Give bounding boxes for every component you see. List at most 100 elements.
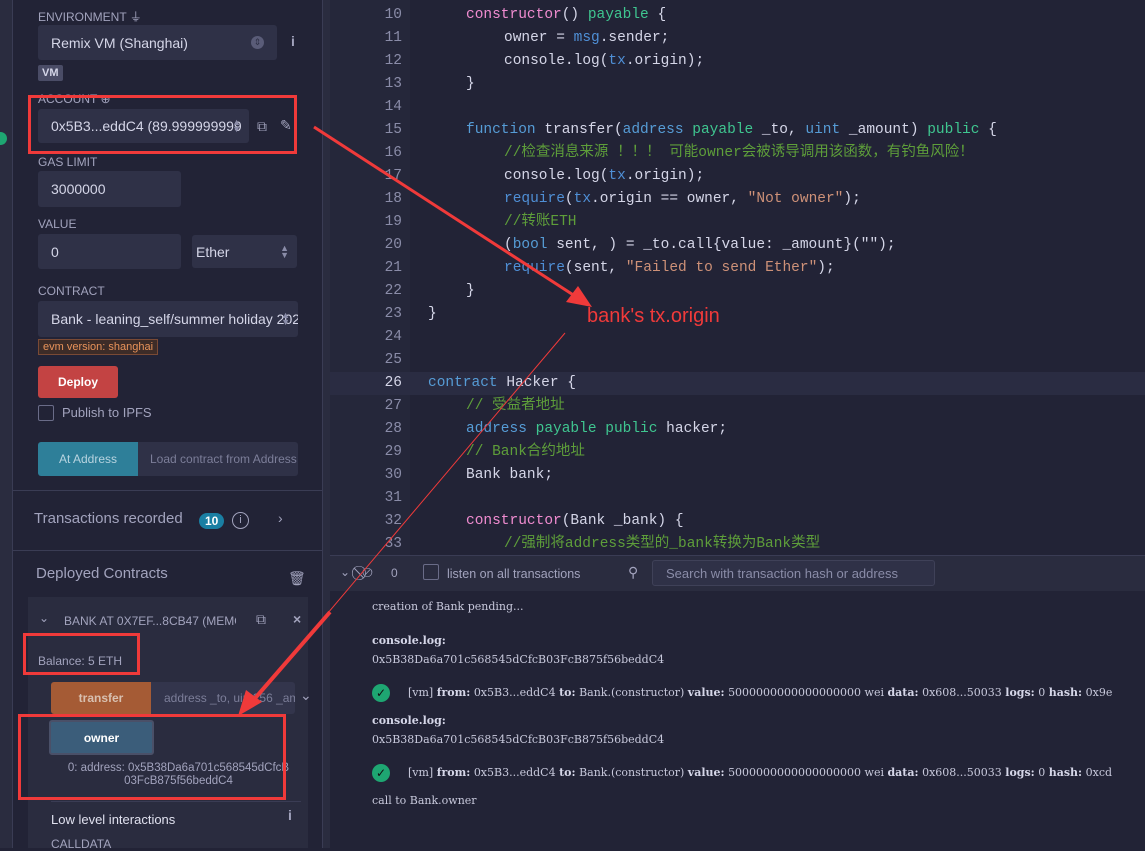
chevron-down-icon[interactable]: ⌄	[39, 611, 49, 625]
divider	[13, 550, 322, 551]
calldata-label: CALLDATA	[51, 837, 112, 851]
plug-icon: ⏚	[129, 10, 142, 24]
code-line[interactable]: 22}	[330, 280, 1145, 303]
code-text: Bank bank;	[466, 464, 553, 487]
chevron-down-icon[interactable]: ⌄	[300, 687, 312, 704]
code-token: .origin);	[625, 53, 705, 69]
contract-select[interactable]: Bank - leaning_self/summer holiday 2023 ▲…	[38, 301, 298, 337]
code-line[interactable]: 11 owner = msg.sender;	[330, 27, 1145, 50]
code-line[interactable]: 17 console.log(tx.origin);	[330, 165, 1145, 188]
code-text: //检查消息来源 ！！！ 可能owner会被诱导调用该函数，有钓鱼风险！	[504, 142, 974, 165]
code-line[interactable]: 16 //检查消息来源 ！！！ 可能owner会被诱导调用该函数，有钓鱼风险！	[330, 142, 1145, 165]
tx-field: 5000000000000000000 wei	[728, 766, 884, 779]
tx-field: 0x608...50033	[922, 766, 1002, 779]
line-number: 18	[384, 191, 402, 207]
code-line[interactable]: 13}	[330, 73, 1145, 96]
panel-resizer[interactable]	[322, 0, 330, 848]
code-line[interactable]: 27 // 受益者地址	[330, 395, 1145, 418]
code-token: contract	[428, 375, 498, 391]
code-token: //转账ETH	[504, 214, 577, 230]
publish-ipfs-checkbox[interactable]	[38, 405, 54, 421]
environment-select[interactable]: Remix VM (Shanghai) ⇕	[38, 25, 277, 60]
code-token: "Failed to send Ether"	[625, 260, 818, 276]
code-line[interactable]: 29 // Bank合约地址	[330, 441, 1145, 464]
collapse-icon[interactable]: ⌄	[340, 565, 350, 579]
close-icon[interactable]: ×	[293, 611, 301, 627]
code-line[interactable]: 14	[330, 96, 1145, 119]
code-line[interactable]: 28 address payable public hacker;	[330, 418, 1145, 441]
tx-field: hash:	[1048, 686, 1083, 699]
clear-icon[interactable]: ⃠⊘	[362, 564, 373, 581]
code-line[interactable]: 30 Bank bank;	[330, 464, 1145, 487]
line-number: 12	[384, 53, 402, 69]
tx-field: 0	[1038, 766, 1046, 779]
line-number: 13	[384, 76, 402, 92]
copy-icon[interactable]: ⧉	[256, 611, 266, 628]
value-input[interactable]: 0	[38, 234, 181, 269]
code-token: }	[428, 306, 437, 322]
at-address-button[interactable]: At Address	[38, 442, 138, 476]
load-contract-input[interactable]: Load contract from Address	[138, 442, 298, 476]
code-line[interactable]: 18 require(tx.origin == owner, "Not owner…	[330, 188, 1145, 211]
code-token: // 受益者地址	[466, 398, 565, 414]
code-text: require(sent, "Failed to send Ether");	[504, 257, 835, 280]
code-text: }	[428, 303, 437, 326]
line-number: 20	[384, 237, 402, 253]
code-line[interactable]: 20 (bool sent, ) = _to.call{value: _amoun…	[330, 234, 1145, 257]
code-line[interactable]: 21 require(sent, "Failed to send Ether");	[330, 257, 1145, 280]
code-line[interactable]: 26 contract Hacker {	[330, 372, 1145, 395]
code-line[interactable]: 25	[330, 349, 1145, 372]
code-line[interactable]: 23}	[330, 303, 1145, 326]
info-icon[interactable]: i	[288, 807, 292, 823]
gas-limit-input[interactable]: 3000000	[38, 171, 181, 207]
code-line[interactable]: 33 //强制将address类型的_bank转换为Bank类型	[330, 533, 1145, 555]
line-number: 26	[384, 375, 402, 391]
annotation-text: bank's tx.origin	[587, 305, 720, 327]
icon-strip	[0, 0, 13, 848]
info-icon[interactable]: i	[291, 33, 295, 49]
highlight-owner	[18, 714, 286, 800]
chevron-right-icon[interactable]: ›	[278, 510, 283, 526]
code-text: (bool sent, ) = _to.call{value: _amount}…	[504, 234, 896, 257]
code-line[interactable]: 10 constructor() payable {	[330, 4, 1145, 27]
tx-field: Bank.(constructor)	[579, 686, 685, 699]
code-token: (Bank _bank) {	[561, 513, 684, 529]
code-text: contract Hacker {	[428, 372, 576, 395]
code-token: tx	[608, 168, 626, 184]
code-line[interactable]: 31	[330, 487, 1145, 510]
code-token: constructor	[466, 513, 562, 529]
transfer-args-input[interactable]: address _to, uint256 _amount	[151, 682, 295, 714]
tx-log[interactable]: ✓ [vm] from: 0x5B3...eddC4 to: Bank.(cons…	[372, 764, 1112, 782]
code-token: }	[466, 76, 475, 92]
listen-checkbox[interactable]	[423, 564, 439, 580]
environment-label: ENVIRONMENT ⏚	[38, 10, 142, 24]
contract-label: CONTRACT	[38, 284, 105, 298]
code-line[interactable]: 12 console.log(tx.origin);	[330, 50, 1145, 73]
code-token: payable	[692, 122, 754, 138]
code-token: hacker;	[657, 421, 728, 437]
code-token: );	[817, 260, 835, 276]
value-unit-select[interactable]: Ether ▲ ▼	[192, 235, 297, 268]
code-token: public	[927, 122, 980, 138]
code-token: tx	[573, 191, 592, 207]
info-icon[interactable]: i	[232, 512, 249, 529]
transfer-button[interactable]: transfer	[51, 682, 151, 714]
deploy-button[interactable]: Deploy	[38, 366, 118, 398]
code-line[interactable]: 19 //转账ETH	[330, 211, 1145, 234]
code-editor[interactable]: 10 constructor() payable {11 owner = msg.s…	[330, 0, 1145, 555]
instance-title[interactable]: BANK AT 0X7EF...8CB47 (MEMORY)	[64, 614, 236, 628]
tx-field: logs:	[1005, 686, 1035, 699]
trash-icon[interactable]: 🗑	[288, 570, 306, 587]
code-text: owner = msg.sender;	[504, 27, 669, 50]
deployed-contracts-label: Deployed Contracts	[36, 565, 168, 582]
code-line[interactable]: 15 function transfer(address payable _to,…	[330, 119, 1145, 142]
terminal-search-input[interactable]: Search with transaction hash or address	[652, 560, 935, 586]
code-line[interactable]: 32 constructor(Bank _bank) {	[330, 510, 1145, 533]
tx-log[interactable]: ✓ [vm] from: 0x5B3...eddC4 to: Bank.(cons…	[372, 684, 1112, 702]
pending-count: 0	[391, 566, 398, 580]
code-token: constructor	[466, 7, 562, 23]
code-token: console.log(	[504, 168, 609, 184]
code-line[interactable]: 24	[330, 326, 1145, 349]
